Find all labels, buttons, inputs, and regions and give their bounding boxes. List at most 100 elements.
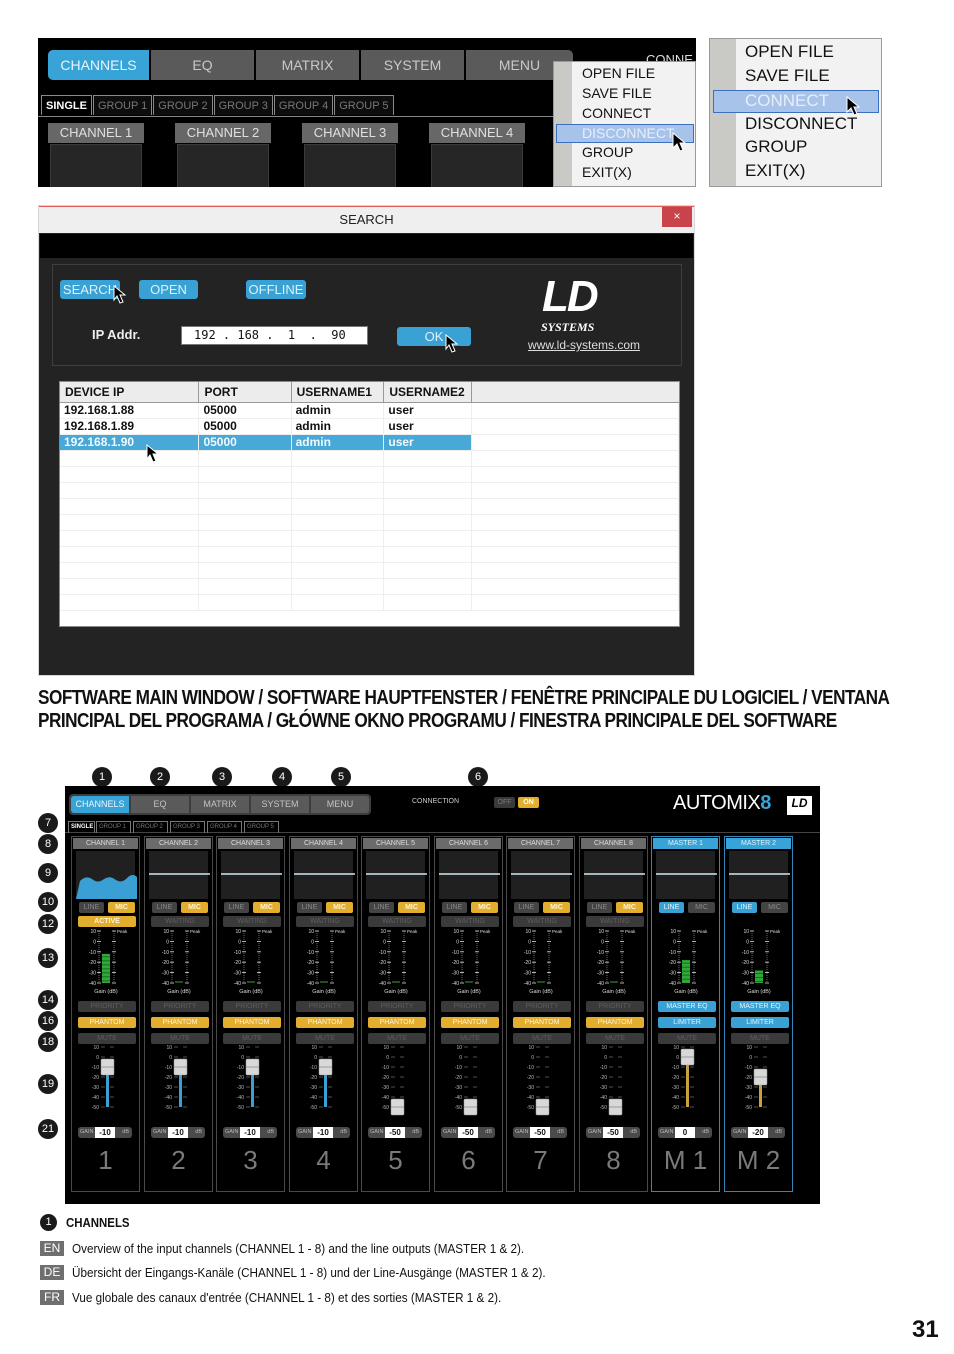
subtab-group-2[interactable]: GROUP 2 — [153, 95, 213, 115]
master-eq-button[interactable]: MASTER EQ — [658, 1001, 716, 1012]
phantom-button[interactable]: PHANTOM — [441, 1017, 499, 1028]
mic-input-button[interactable]: MIC — [181, 902, 208, 913]
mic-input-button[interactable]: MIC — [398, 902, 425, 913]
line-input-button[interactable]: LINE — [659, 902, 684, 913]
tab-system[interactable]: SYSTEM — [361, 50, 466, 80]
table-row[interactable]: 192.168.1.89 05000 admin user — [60, 418, 679, 435]
subtab-single[interactable]: SINGLE — [68, 821, 95, 833]
menu-item-open-file[interactable]: OPEN FILE — [582, 65, 655, 81]
tab-eq[interactable]: EQ — [131, 796, 189, 813]
line-input-button[interactable]: LINE — [514, 902, 539, 913]
gain-fader[interactable]: 10 0 -10 -20 -30 -40 -50 — [439, 1041, 499, 1123]
menu-item-save-file[interactable]: SAVE FILE — [582, 85, 652, 101]
subtab-group-5[interactable]: GROUP 5 — [334, 95, 394, 115]
priority-button[interactable]: PRIORITY — [296, 1001, 354, 1012]
menu-item-exit[interactable]: EXIT(X) — [582, 164, 632, 180]
priority-button[interactable]: PRIORITY — [78, 1001, 136, 1012]
phantom-button[interactable]: PHANTOM — [586, 1017, 644, 1028]
mic-input-button[interactable]: MIC — [616, 902, 643, 913]
master-eq-button[interactable]: MASTER EQ — [731, 1001, 789, 1012]
line-input-button[interactable]: LINE — [224, 902, 249, 913]
priority-button[interactable]: PRIORITY — [513, 1001, 571, 1012]
tab-channels[interactable]: CHANNELS — [48, 50, 151, 80]
column-header-username2[interactable]: USERNAME2 — [383, 382, 473, 403]
gain-value-input[interactable]: -10 — [95, 1127, 115, 1138]
mic-input-button[interactable]: MIC — [253, 902, 280, 913]
eq-curve-display[interactable] — [149, 851, 210, 899]
gain-value-input[interactable]: -10 — [313, 1127, 333, 1138]
gain-value-input[interactable]: -50 — [603, 1127, 623, 1138]
gain-fader[interactable]: 10 0 -10 -20 -30 -40 -50 — [366, 1041, 426, 1123]
line-input-button[interactable]: LINE — [587, 902, 612, 913]
website-link[interactable]: www.ld-systems.com — [528, 338, 640, 352]
tab-matrix[interactable]: MATRIX — [191, 796, 249, 813]
phantom-button[interactable]: PHANTOM — [513, 1017, 571, 1028]
connection-on-toggle[interactable]: ON — [518, 797, 539, 808]
phantom-button[interactable]: PHANTOM — [223, 1017, 281, 1028]
column-header-device-ip[interactable]: DEVICE IP — [60, 382, 200, 403]
gain-value-input[interactable]: -10 — [168, 1127, 188, 1138]
eq-curve-display[interactable] — [366, 851, 427, 899]
mic-input-button[interactable]: MIC — [761, 902, 788, 913]
phantom-button[interactable]: PHANTOM — [296, 1017, 354, 1028]
priority-button[interactable]: PRIORITY — [586, 1001, 644, 1012]
mic-input-button[interactable]: MIC — [108, 902, 135, 913]
subtab-single[interactable]: SINGLE — [41, 95, 92, 115]
line-input-button[interactable]: LINE — [297, 902, 322, 913]
subtab-group-4[interactable]: GROUP 4 — [273, 95, 334, 115]
gain-fader[interactable]: 10 0 -10 -20 -30 -40 -50 — [149, 1041, 209, 1123]
column-header-username1[interactable]: USERNAME1 — [291, 382, 385, 403]
subtab-group-2[interactable]: GROUP 2 — [133, 821, 168, 833]
menu-item-disconnect[interactable]: DISCONNECT — [745, 114, 857, 134]
limiter-button[interactable]: LIMITER — [731, 1017, 789, 1028]
gain-fader[interactable]: 10 0 -10 -20 -30 -40 -50 — [656, 1041, 716, 1123]
close-button[interactable]: × — [662, 207, 692, 227]
mic-input-button[interactable]: MIC — [688, 902, 715, 913]
line-input-button[interactable]: LINE — [732, 902, 757, 913]
offline-button[interactable]: OFFLINE — [246, 280, 306, 299]
line-input-button[interactable]: LINE — [369, 902, 394, 913]
priority-button[interactable]: PRIORITY — [368, 1001, 426, 1012]
menu-item-open-file[interactable]: OPEN FILE — [745, 42, 834, 62]
eq-curve-display[interactable] — [656, 851, 717, 899]
column-header-port[interactable]: PORT — [198, 382, 292, 403]
tab-channels[interactable]: CHANNELS — [71, 796, 129, 813]
priority-button[interactable]: PRIORITY — [441, 1001, 499, 1012]
phantom-button[interactable]: PHANTOM — [78, 1017, 136, 1028]
subtab-group-1[interactable]: GROUP 1 — [96, 821, 131, 833]
line-input-button[interactable]: LINE — [79, 902, 104, 913]
mic-input-button[interactable]: MIC — [326, 902, 353, 913]
eq-curve-display[interactable] — [439, 851, 500, 899]
menu-item-group[interactable]: GROUP — [745, 137, 807, 157]
mic-input-button[interactable]: MIC — [471, 902, 498, 913]
menu-item-connect[interactable]: CONNECT — [582, 105, 651, 121]
search-button[interactable]: SEARCH — [60, 280, 120, 299]
table-row[interactable]: 192.168.1.88 05000 admin user — [60, 402, 679, 419]
gain-value-input[interactable]: -50 — [385, 1127, 405, 1138]
eq-curve-display[interactable] — [221, 851, 282, 899]
eq-curve-display[interactable] — [76, 851, 137, 899]
subtab-group-5[interactable]: GROUP 5 — [244, 821, 279, 833]
gain-fader[interactable]: 10 0 -10 -20 -30 -40 -50 — [729, 1041, 789, 1123]
ok-button[interactable]: OK — [397, 327, 471, 346]
subtab-group-3[interactable]: GROUP 3 — [213, 95, 273, 115]
open-button[interactable]: OPEN — [139, 280, 198, 299]
phantom-button[interactable]: PHANTOM — [368, 1017, 426, 1028]
tab-menu[interactable]: MENU — [311, 796, 369, 813]
connection-off-toggle[interactable]: OFF — [494, 797, 515, 808]
eq-curve-display[interactable] — [584, 851, 645, 899]
menu-item-group[interactable]: GROUP — [582, 144, 633, 160]
priority-button[interactable]: PRIORITY — [151, 1001, 209, 1012]
priority-button[interactable]: PRIORITY — [223, 1001, 281, 1012]
gain-value-input[interactable]: -50 — [530, 1127, 550, 1138]
tab-system[interactable]: SYSTEM — [251, 796, 309, 813]
gain-value-input[interactable]: -20 — [748, 1127, 768, 1138]
gain-value-input[interactable]: -50 — [458, 1127, 478, 1138]
gain-value-input[interactable]: -10 — [240, 1127, 260, 1138]
line-input-button[interactable]: LINE — [152, 902, 177, 913]
gain-value-input[interactable]: 0 — [675, 1127, 695, 1138]
ip-address-input[interactable]: 192 . 168 . 1 . 90 — [181, 326, 368, 345]
subtab-group-1[interactable]: GROUP 1 — [92, 95, 153, 115]
gain-fader[interactable]: 10 0 -10 -20 -30 -40 -50 — [76, 1041, 136, 1123]
subtab-group-4[interactable]: GROUP 4 — [207, 821, 242, 833]
